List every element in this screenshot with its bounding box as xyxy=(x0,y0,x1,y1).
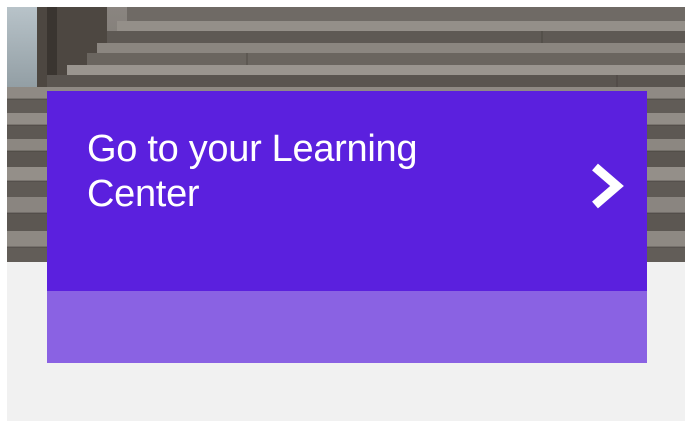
chevron-right-icon[interactable] xyxy=(587,161,627,211)
learning-center-card[interactable]: Go to your Learning Center xyxy=(47,91,647,363)
card-header: Go to your Learning Center xyxy=(47,91,647,291)
card-footer xyxy=(47,291,647,363)
card-title: Go to your Learning Center xyxy=(87,128,418,215)
content-frame: Go to your Learning Center xyxy=(7,7,685,421)
